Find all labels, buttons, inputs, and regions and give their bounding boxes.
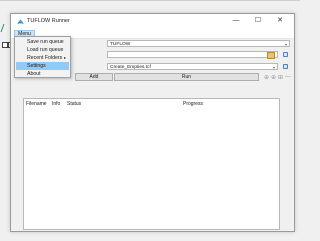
tuflow-app-icon xyxy=(17,19,24,24)
menu-item-recent-folders[interactable]: Recent Folders ▸ xyxy=(16,54,69,62)
close-button[interactable]: ✕ xyxy=(273,16,287,26)
window-title: TUFLOW Runner xyxy=(27,18,70,24)
column-header-progress[interactable]: Progress xyxy=(183,101,203,107)
menu-item-label: About xyxy=(27,71,41,77)
add-button-label: Add xyxy=(89,74,99,80)
menu-item-label: Settings xyxy=(27,63,46,69)
column-header-info[interactable]: Info xyxy=(52,101,60,107)
folder-icon[interactable] xyxy=(267,52,275,59)
tcf-select[interactable]: Create_Empties.tcf ▾ xyxy=(107,63,278,70)
menu-dropdown: Save run queue Load run queue Recent Fol… xyxy=(14,36,71,78)
refresh-icon[interactable] xyxy=(283,64,288,69)
menu-item-load-run-queue[interactable]: Load run queue xyxy=(16,46,69,54)
chevron-down-icon: ▾ xyxy=(272,65,275,70)
duplicate-icon[interactable]: ⊞ xyxy=(278,74,283,81)
run-queue-table[interactable]: Filename Info Status Progress xyxy=(23,98,280,230)
menu-item-settings[interactable]: Settings xyxy=(16,62,69,70)
menu-item-label: Recent Folders xyxy=(27,55,63,61)
desktop: TUFLOW Runner — ☐ ✕ Menu TUFLOW ▾ Create… xyxy=(0,0,300,241)
menu-item-save-run-queue[interactable]: Save run queue xyxy=(16,38,69,46)
background-divider xyxy=(0,0,300,1)
menu-item-label: Save run queue xyxy=(27,39,64,45)
tcf-select-value: Create_Empties.tcf xyxy=(110,65,151,70)
folder-input[interactable] xyxy=(107,51,278,58)
menu-item-about[interactable]: About xyxy=(16,70,69,78)
background-app-mark xyxy=(0,24,10,32)
maximize-button[interactable]: ☐ xyxy=(251,16,265,26)
engine-select[interactable]: TUFLOW ▾ xyxy=(107,40,290,47)
column-header-filename[interactable]: Filename xyxy=(26,101,47,107)
move-up-icon[interactable]: ⊕ xyxy=(264,74,269,81)
remove-icon[interactable]: — xyxy=(285,74,291,80)
chevron-down-icon: ▾ xyxy=(284,42,287,47)
browse-icon[interactable] xyxy=(283,52,288,57)
chevron-right-icon: ▸ xyxy=(63,55,66,60)
column-header-status[interactable]: Status xyxy=(67,101,81,107)
title-bar[interactable]: TUFLOW Runner — ☐ ✕ xyxy=(11,14,294,29)
run-button[interactable]: Run xyxy=(114,73,259,81)
engine-select-value: TUFLOW xyxy=(110,42,131,47)
menu-item-label: Load run queue xyxy=(27,47,64,53)
run-button-label: Run xyxy=(181,74,192,80)
add-button[interactable]: Add xyxy=(75,73,113,81)
move-down-icon[interactable]: ⊕ xyxy=(271,74,276,81)
minimize-button[interactable]: — xyxy=(229,16,243,26)
